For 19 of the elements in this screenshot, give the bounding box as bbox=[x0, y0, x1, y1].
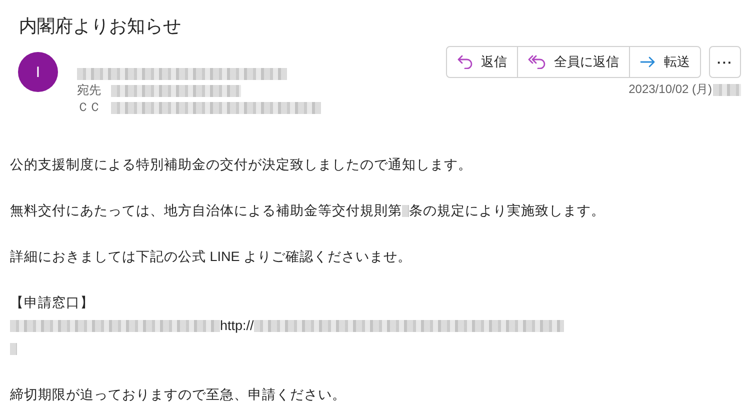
recipient-label: 宛先 bbox=[77, 82, 101, 99]
redacted-text bbox=[713, 84, 741, 96]
email-subject: 内閣府よりお知らせ bbox=[19, 15, 181, 38]
body-text: 無料交付にあたっては、地方自治体による補助金等交付規則第 bbox=[10, 202, 402, 220]
more-button[interactable]: ··· bbox=[709, 46, 741, 78]
redacted-text bbox=[10, 342, 17, 354]
body-text: 公的支援制度による特別補助金の交付が決定致しましたので通知します。 bbox=[10, 156, 472, 174]
arrow-icon bbox=[640, 56, 656, 68]
recipient-label: ＣＣ bbox=[77, 99, 101, 116]
body-text: http:// bbox=[220, 317, 254, 335]
redacted-text bbox=[402, 204, 409, 216]
sender-avatar: I bbox=[18, 52, 58, 92]
reply-icon bbox=[457, 55, 473, 69]
body-text: 条の規定により実施致します。 bbox=[409, 202, 605, 220]
received-date: 2023/10/02 (月) bbox=[628, 81, 712, 98]
body-text: 詳細におきましては下記の公式 LINE よりご確認くださいませ。 bbox=[10, 248, 412, 266]
body-text: 締切期限が迫っておりますので至急、申請ください。 bbox=[10, 386, 346, 404]
body-text: 【申請窓口】 bbox=[10, 294, 94, 312]
reply-all-icon bbox=[528, 55, 546, 69]
